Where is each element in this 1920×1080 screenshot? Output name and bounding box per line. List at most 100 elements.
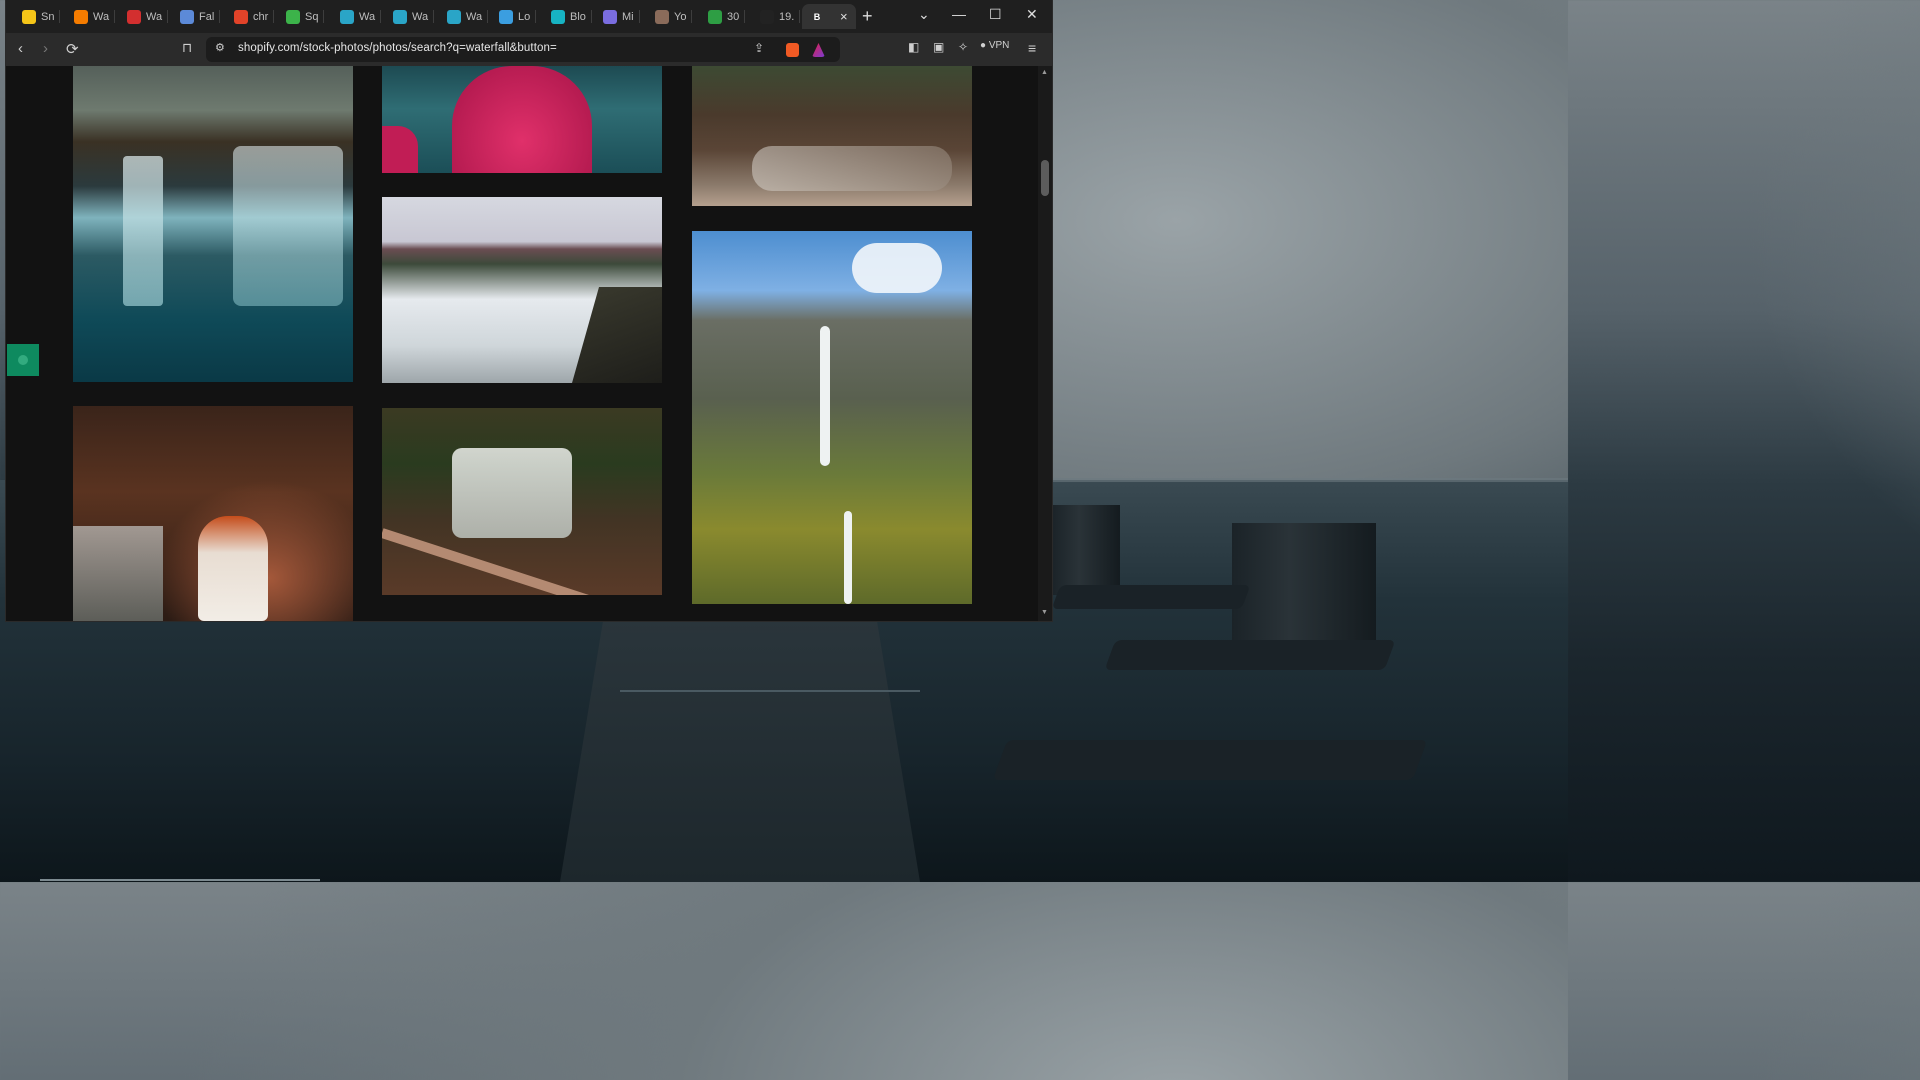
- tab-separator: [638, 10, 640, 23]
- grid-red-icon: [127, 9, 141, 24]
- leo-ai-icon[interactable]: ✧: [958, 40, 968, 54]
- bookmark-icon[interactable]: ⊓: [182, 40, 192, 56]
- tab-separator: [487, 10, 489, 23]
- tab-separator: [535, 10, 537, 23]
- tab-separator: [590, 10, 592, 23]
- tab-12[interactable]: Yo: [655, 4, 693, 29]
- photo-redhead-woman[interactable]: [73, 406, 353, 621]
- photo-hikers-falls[interactable]: [382, 408, 662, 595]
- doc-icon: [180, 9, 194, 24]
- scroll-thumb[interactable]: [1041, 160, 1049, 196]
- tab-label: Wa: [466, 10, 483, 23]
- waterfall-stream: [73, 526, 163, 621]
- sidebar-toggle-icon[interactable]: ◧: [908, 40, 919, 54]
- tab-search-chevron-icon[interactable]: ⌄: [918, 6, 930, 23]
- tab-5[interactable]: Sq: [286, 4, 325, 29]
- play-circle-icon: [286, 9, 300, 24]
- vpn-label: VPN: [988, 40, 1010, 51]
- wallpaper-horizon: [1052, 478, 1568, 482]
- close-window-button[interactable]: ✕: [1026, 6, 1038, 23]
- toolbar: ‹ › ⟳ ⊓ ⚙ shopify.com/stock-photos/photo…: [6, 33, 1052, 66]
- photo-mountain-falls[interactable]: [692, 231, 972, 604]
- tab-0[interactable]: Sn: [22, 4, 61, 29]
- scroll-down-arrow-icon[interactable]: ▼: [1041, 609, 1048, 616]
- wallpaper-jetty-edge: [620, 690, 920, 692]
- waterfall-stream: [844, 511, 852, 604]
- figure-woman: [198, 516, 268, 621]
- waterfall-stream: [820, 326, 830, 466]
- photo-rocky-waterfall[interactable]: [73, 66, 353, 382]
- waterfall-stream: [233, 146, 343, 306]
- maximize-button[interactable]: ☐: [989, 6, 1002, 23]
- feedback-button[interactable]: [7, 344, 39, 376]
- waterfall-stream: [123, 156, 163, 306]
- minimize-button[interactable]: —: [952, 6, 966, 22]
- tab-label: Lo: [518, 10, 531, 23]
- tab-separator: [273, 10, 275, 23]
- tab-separator: [59, 10, 61, 23]
- px-icon: [708, 9, 722, 24]
- tab-13[interactable]: 30: [708, 4, 746, 29]
- tab-label: Blo: [570, 10, 586, 23]
- s-icon: [447, 9, 461, 24]
- menu-icon[interactable]: ≡: [1028, 40, 1036, 56]
- tab-4[interactable]: chr: [234, 4, 275, 29]
- tab-label: Mi: [622, 10, 634, 23]
- tab-label: Sq: [305, 10, 319, 23]
- browser-window: Sn Wa Wa Fal chr Sq Wa Wa Wa Lo Blo Mi Yo 30 19. B × + ⌄…: [6, 0, 1052, 621]
- reload-button[interactable]: ⟳: [66, 40, 79, 58]
- photo-forest-creek[interactable]: [692, 66, 972, 206]
- tab-9[interactable]: Lo: [499, 4, 537, 29]
- wallet-icon[interactable]: ▣: [933, 40, 944, 54]
- gitlab-icon: [234, 9, 248, 24]
- avatar-icon: [655, 9, 669, 24]
- forward-button[interactable]: ›: [43, 40, 48, 57]
- tab-separator: [323, 10, 325, 23]
- snapchat-icon: [22, 9, 36, 24]
- tab-6[interactable]: Wa: [340, 4, 382, 29]
- tab-separator: [219, 10, 221, 23]
- url-text[interactable]: shopify.com/stock-photos/photos/search?q…: [238, 42, 557, 54]
- tab-label: chr: [253, 10, 269, 23]
- tab-1[interactable]: Wa: [74, 4, 116, 29]
- creek-water: [752, 146, 952, 191]
- tab-label: Sn: [41, 10, 55, 23]
- tab-label: 19.: [779, 10, 795, 23]
- brave-rewards-icon[interactable]: [812, 43, 825, 57]
- tab-separator: [744, 10, 746, 23]
- close-tab-icon[interactable]: ×: [840, 9, 848, 24]
- tab-label: Fal: [199, 10, 215, 23]
- tab-label: 30: [727, 10, 740, 23]
- waterfall-stream: [452, 448, 572, 538]
- brave-shield-icon[interactable]: [786, 43, 799, 57]
- scroll-up-arrow-icon[interactable]: ▲: [1041, 69, 1048, 76]
- taskbar-indicator: [40, 879, 320, 881]
- page-scrollbar[interactable]: ▲ ▼: [1038, 66, 1052, 621]
- hd-icon: [74, 9, 88, 24]
- tab-2[interactable]: Wa: [127, 4, 169, 29]
- tab-separator: [114, 10, 116, 23]
- tab-label: Wa: [93, 10, 110, 23]
- tab-8[interactable]: Wa: [447, 4, 489, 29]
- photo-wide-falls[interactable]: [382, 197, 662, 383]
- vpn-button[interactable]: ● VPN: [980, 40, 1009, 51]
- tab-11[interactable]: Mi: [603, 4, 640, 29]
- tab-10[interactable]: Blo: [551, 4, 592, 29]
- tab-label: Wa: [359, 10, 376, 23]
- tab-3[interactable]: Fal: [180, 4, 221, 29]
- tab-strip: Sn Wa Wa Fal chr Sq Wa Wa Wa Lo Blo Mi Yo 30 19. B × + ⌄…: [6, 0, 1052, 33]
- new-tab-button[interactable]: +: [862, 6, 873, 27]
- site-settings-icon[interactable]: ⚙: [215, 41, 225, 54]
- wallpaper-rock: [1104, 640, 1396, 670]
- tab-7[interactable]: Wa: [393, 4, 435, 29]
- tab-14[interactable]: 19.: [760, 4, 801, 29]
- tab-15[interactable]: B ×: [802, 4, 856, 29]
- fallen-log: [382, 528, 662, 595]
- copilot-icon: [603, 9, 617, 24]
- address-bar[interactable]: ⚙ shopify.com/stock-photos/photos/search…: [206, 37, 840, 62]
- cloud: [852, 243, 942, 293]
- back-button[interactable]: ‹: [18, 40, 23, 57]
- photo-red-raincoat[interactable]: [382, 66, 662, 173]
- share-icon[interactable]: ⇪: [754, 41, 764, 55]
- b-square-icon: [551, 9, 565, 24]
